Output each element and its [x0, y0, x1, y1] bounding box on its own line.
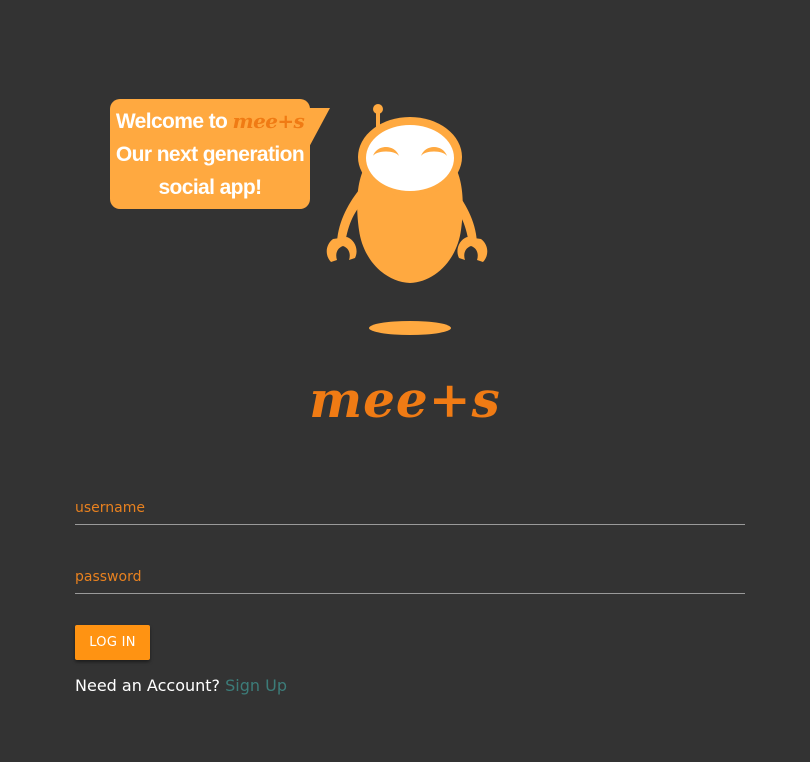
app-logo: mee+s	[309, 370, 501, 429]
login-button[interactable]: LOG IN	[75, 625, 150, 660]
robot-shadow	[369, 321, 451, 335]
bubble-brand-name: mee+s	[232, 109, 305, 133]
signup-prompt-text: Need an Account?	[75, 676, 221, 695]
login-screen: Welcome to mee+s Our next generation soc…	[0, 0, 810, 762]
robot-right-claw	[457, 237, 488, 262]
bubble-line-2: Our next generation	[115, 143, 305, 166]
signup-prompt-row: Need an Account? Sign Up	[75, 676, 287, 695]
username-field-container	[75, 494, 745, 525]
signup-link[interactable]: Sign Up	[225, 676, 287, 695]
password-field-container	[75, 563, 745, 594]
welcome-speech-bubble: Welcome to mee+s Our next generation soc…	[110, 99, 310, 209]
welcome-prefix: Welcome to	[115, 110, 228, 133]
robot-face	[366, 125, 454, 191]
robot-left-claw	[326, 237, 357, 262]
robot-mascot-icon	[326, 104, 488, 335]
bubble-line-3: social app!	[158, 176, 262, 199]
username-input[interactable]	[75, 494, 745, 522]
bubble-line-1: Welcome to mee+s	[110, 105, 310, 138]
password-input[interactable]	[75, 563, 745, 591]
